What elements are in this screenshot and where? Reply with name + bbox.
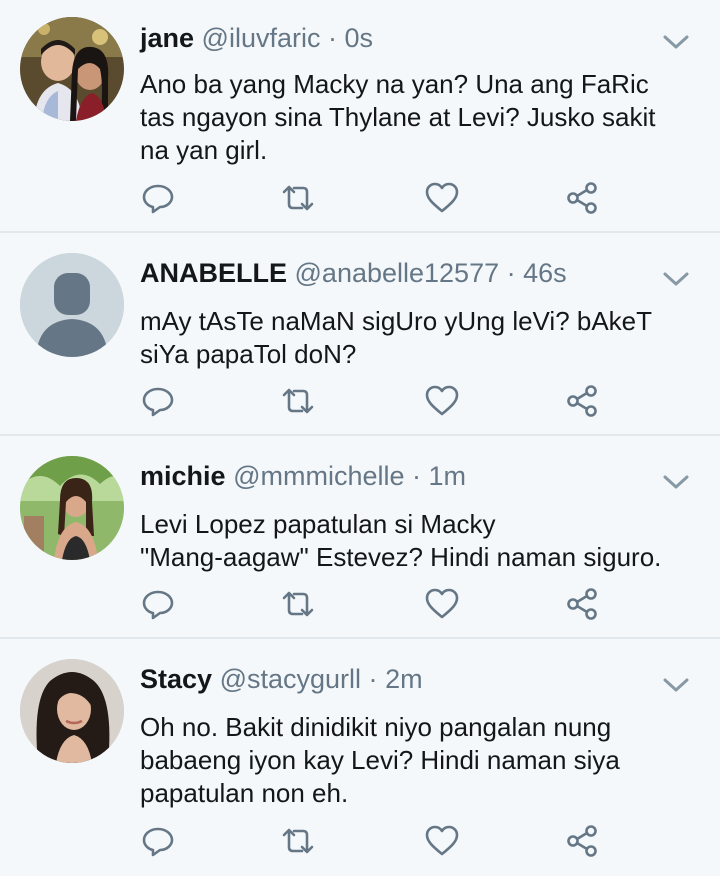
share-icon[interactable] (564, 586, 604, 626)
retweet-icon[interactable] (280, 586, 320, 626)
tweet[interactable]: michie @mmmichelle · 1m Levi Lopez papat… (0, 436, 720, 639)
chevron-down-icon[interactable] (662, 32, 690, 52)
avatar[interactable] (20, 456, 124, 560)
reply-icon[interactable] (140, 180, 180, 220)
timestamp[interactable]: 46s (523, 258, 567, 288)
chevron-down-icon[interactable] (662, 472, 690, 492)
tweet-actions (140, 180, 620, 220)
separator-dot: · (328, 23, 337, 53)
share-icon[interactable] (564, 180, 604, 220)
timestamp[interactable]: 1m (429, 461, 467, 491)
timestamp[interactable]: 2m (385, 664, 423, 694)
tweet-text: Oh no. Bakit dinidikit niyo pangalan nun… (140, 712, 620, 808)
heart-icon[interactable] (424, 180, 464, 220)
display-name[interactable]: Stacy (140, 664, 212, 694)
retweet-icon[interactable] (280, 383, 320, 423)
display-name[interactable]: michie (140, 461, 226, 491)
chevron-down-icon[interactable] (662, 269, 690, 289)
heart-icon[interactable] (424, 383, 464, 423)
avatar-photo (20, 456, 124, 560)
separator-dot: · (368, 664, 378, 694)
tweet-text: mAy tAsTe naMaN sigUro yUng leVi? bAkeT … (140, 306, 653, 369)
user-handle[interactable]: @stacygurll (220, 664, 361, 694)
separator-dot: · (412, 461, 422, 491)
reply-icon[interactable] (140, 586, 180, 626)
tweet-actions (140, 586, 620, 626)
tweet[interactable]: ANABELLE @anabelle12577 · 46s mAy tAsTe … (0, 233, 720, 436)
tweet-actions (140, 383, 620, 423)
avatar[interactable] (20, 17, 124, 121)
default-profile-icon (20, 253, 124, 357)
retweet-icon[interactable] (280, 823, 320, 863)
tweet[interactable]: Stacy @stacygurll · 2m Oh no. Bakit dini… (0, 639, 720, 876)
tweet-text: Ano ba yang Macky na yan? Una ang FaRic … (140, 69, 656, 165)
reply-icon[interactable] (140, 823, 180, 863)
tweet[interactable]: jane @iluvfaric · 0s Ano ba yang Macky n… (0, 0, 720, 233)
user-handle[interactable]: @anabelle12577 (295, 258, 500, 288)
separator-dot: · (506, 258, 516, 288)
display-name[interactable]: jane (140, 23, 194, 53)
avatar-photo (20, 17, 124, 121)
display-name[interactable]: ANABELLE (140, 258, 287, 288)
heart-icon[interactable] (424, 586, 464, 626)
user-handle[interactable]: @iluvfaric (202, 23, 321, 53)
share-icon[interactable] (564, 383, 604, 423)
tweet-actions (140, 823, 620, 863)
tweet-text: Levi Lopez papatulan si Macky "Mang-aaga… (140, 509, 662, 572)
timestamp[interactable]: 0s (345, 23, 374, 53)
heart-icon[interactable] (424, 823, 464, 863)
retweet-icon[interactable] (280, 180, 320, 220)
avatar[interactable] (20, 253, 124, 357)
timeline-feed: jane @iluvfaric · 0s Ano ba yang Macky n… (0, 0, 720, 876)
chevron-down-icon[interactable] (662, 675, 690, 695)
share-icon[interactable] (564, 823, 604, 863)
reply-icon[interactable] (140, 383, 180, 423)
avatar-photo (20, 659, 124, 763)
user-handle[interactable]: @mmmichelle (233, 461, 404, 491)
avatar[interactable] (20, 659, 124, 763)
